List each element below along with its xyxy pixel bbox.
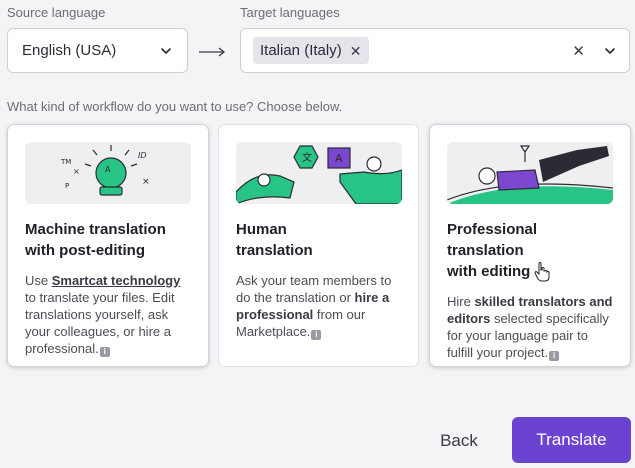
language-chip-label: Italian (Italy) <box>260 42 342 59</box>
clear-icon[interactable]: ✕ <box>572 42 585 60</box>
svg-text:×: × <box>73 167 80 176</box>
smartcat-technology-link[interactable]: Smartcat technology <box>52 273 181 288</box>
workflow-card-professional[interactable]: Professional translation with editing Hi… <box>429 124 631 367</box>
source-language-value: English (USA) <box>22 42 117 59</box>
icon-letters-id: ID <box>138 151 147 160</box>
back-button[interactable]: Back <box>426 418 492 464</box>
info-icon[interactable]: i <box>311 330 322 340</box>
source-language-select[interactable]: English (USA) <box>7 28 188 73</box>
icon-letters-1: A <box>105 165 111 174</box>
source-language-label: Source language <box>7 5 106 20</box>
translation-workflow-page: Source language Target languages English… <box>0 0 635 468</box>
icon-letters-p: P <box>65 182 69 190</box>
target-select-actions: ✕ <box>572 42 617 60</box>
workflow-card-human[interactable]: 文 A Human translation Ask your team memb… <box>218 124 419 367</box>
people-exchanging-shapes-illustration: 文 A <box>236 142 402 204</box>
svg-text:×: × <box>142 177 150 187</box>
workflow-card-machine[interactable]: A TM ID P × × Machine translation with p… <box>7 124 209 367</box>
translate-button[interactable]: Translate <box>512 417 631 463</box>
chevron-down-icon[interactable] <box>603 44 617 58</box>
target-languages-label: Target languages <box>240 5 340 20</box>
chevron-down-icon <box>161 47 171 54</box>
info-icon[interactable]: i <box>99 347 110 357</box>
card-description: Hire skilled translators and editors sel… <box>447 294 613 361</box>
arrow-right-icon <box>199 47 226 57</box>
svg-text:文: 文 <box>302 151 312 164</box>
person-relaxing-illustration <box>447 142 613 204</box>
target-languages-select[interactable]: Italian (Italy) ✕ ✕ <box>240 28 630 73</box>
icon-letter-a: A <box>335 152 343 165</box>
language-chip: Italian (Italy) ✕ <box>253 37 370 64</box>
card-title: Human translation <box>236 221 313 259</box>
card-description: Use Smartcat technology to translate you… <box>25 273 181 357</box>
info-icon[interactable]: i <box>549 351 560 361</box>
card-title: Professional translation with editing <box>447 221 538 280</box>
hand-cursor-icon <box>534 262 550 282</box>
icon-letters-tm: TM <box>60 158 71 166</box>
workflow-question: What kind of workflow do you want to use… <box>7 99 343 114</box>
card-title: Machine translation with post-editing <box>25 221 166 259</box>
card-description: Ask your team members to do the translat… <box>236 273 392 340</box>
remove-chip-icon[interactable]: ✕ <box>350 44 362 58</box>
crystal-ball-illustration: A TM ID P × × <box>25 142 191 204</box>
